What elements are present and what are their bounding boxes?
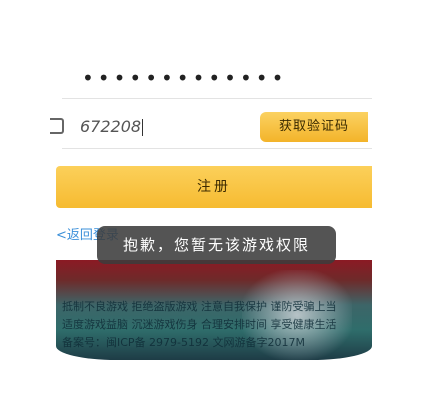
get-code-button[interactable]: 获取验证码 (260, 112, 368, 142)
toast-message: 抱歉，您暂无该游戏权限 (97, 226, 336, 264)
banner-notice-line-3: 备案号：闽ICP备 2979-5192 文网游备字2017M (62, 336, 305, 349)
game-banner: 抵制不良游戏 拒绝盗版游戏 注意自我保护 谨防受骗上当 适度游戏益脑 沉迷游戏伤… (56, 260, 372, 360)
password-mask: ••••••••••••• (82, 66, 288, 90)
register-button[interactable]: 注册 (56, 166, 372, 208)
verification-code-value: 672208 (80, 117, 142, 136)
code-field-icon (50, 118, 64, 134)
verification-code-input[interactable]: 672208 (80, 117, 144, 136)
password-field[interactable]: ••••••••••••• (62, 58, 372, 99)
banner-notice-line-2: 适度游戏益脑 沉迷游戏伤身 合理安排时间 享受健康生活 (62, 318, 337, 331)
banner-notice-line-1: 抵制不良游戏 拒绝盗版游戏 注意自我保护 谨防受骗上当 (62, 300, 337, 313)
text-caret (142, 119, 144, 136)
